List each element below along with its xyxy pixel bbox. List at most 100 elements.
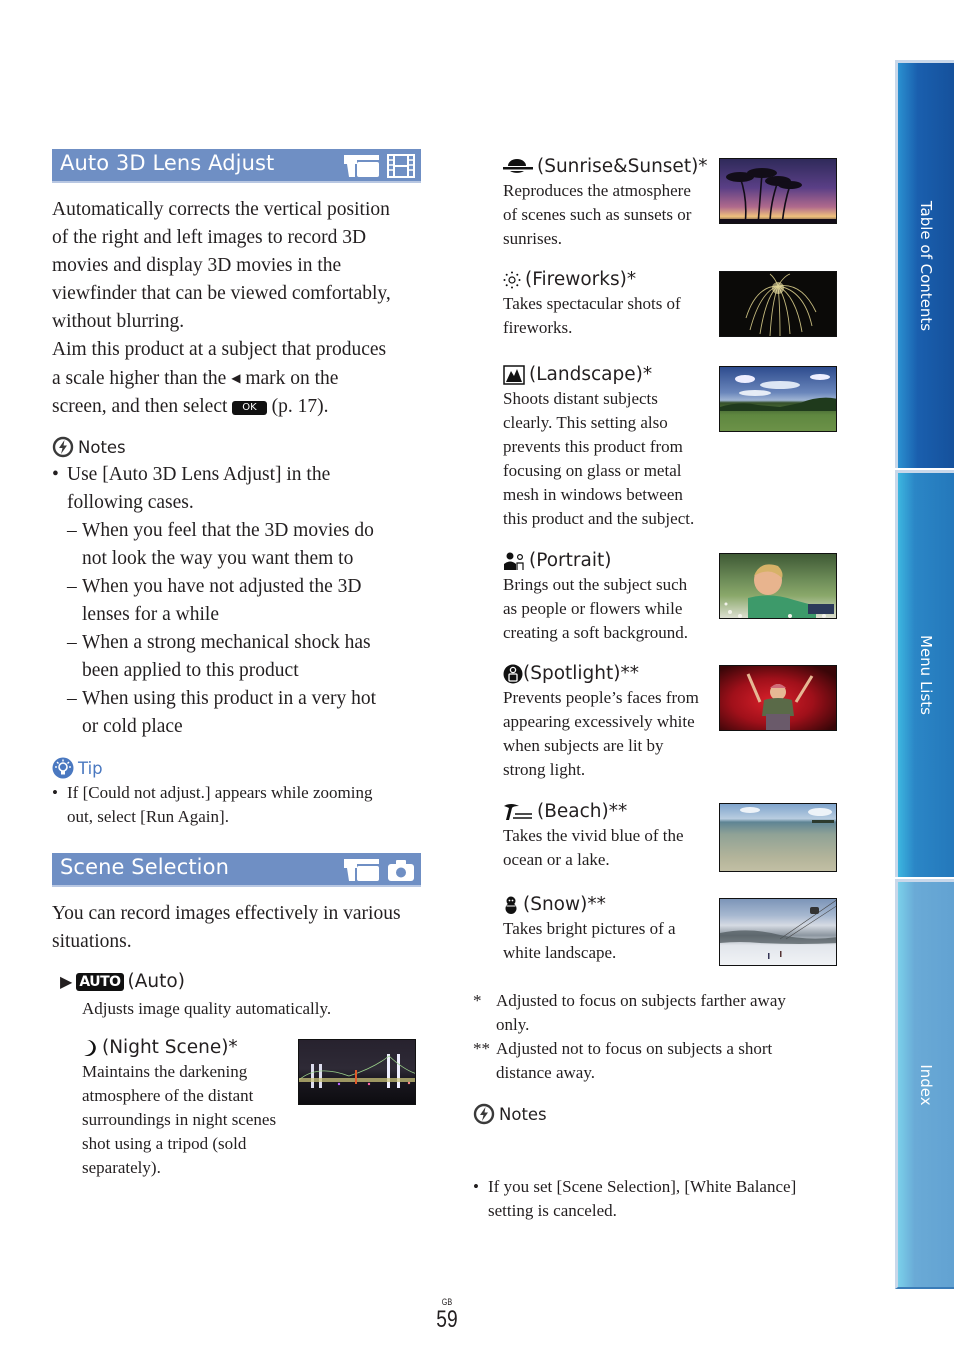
- footnote-mark: **: [473, 1039, 490, 1058]
- scene-title: (Landscape)*: [503, 363, 718, 387]
- scene-label: (Portrait): [529, 550, 612, 571]
- scene-item-sunset: (Sunrise&Sunset)* Reproduces the atmosph…: [503, 155, 718, 251]
- text-line: shot using a tripod (sold: [82, 1134, 247, 1153]
- scene-description: Takes the vivid blue of the ocean or a l…: [503, 824, 718, 872]
- text-line: screen, and then select OK (p. 17).: [52, 393, 432, 421]
- scene-title: (Snow)**: [503, 893, 718, 917]
- portrait-icon: [504, 552, 524, 570]
- scene-description: Brings out the subject such as people or…: [503, 573, 718, 645]
- tab-table-of-contents[interactable]: Table of Contents: [895, 60, 954, 468]
- snow-icon: [505, 896, 517, 914]
- text-line: when subjects are lit by: [503, 736, 664, 755]
- moon-icon: [84, 1039, 96, 1056]
- scene-description: Maintains the darkening atmosphere of th…: [82, 1060, 297, 1180]
- list-item: Use [Auto 3D Lens Adjust] in the followi…: [52, 461, 432, 517]
- scene-title: (Night Scene)*: [82, 1036, 297, 1060]
- tab-index[interactable]: Index: [895, 879, 954, 1289]
- fireworks-icon: [503, 271, 521, 289]
- text-line: Use [Auto 3D Lens Adjust] in the: [67, 464, 331, 485]
- scene-label: (Spotlight)**: [523, 663, 639, 684]
- notes-list: Use [Auto 3D Lens Adjust] in the followi…: [52, 461, 432, 741]
- notes-heading: Notes: [52, 436, 126, 458]
- section-title: Scene Selection: [60, 855, 229, 879]
- scene-item-fireworks: (Fireworks)* Takes spectacular shots of …: [503, 268, 718, 340]
- dash-marker: –: [67, 576, 77, 597]
- text-line: as people or flowers while: [503, 599, 683, 618]
- text-line: a scale higher than the ◀ mark on the: [52, 364, 432, 393]
- notes-label: Notes: [499, 1104, 547, 1124]
- sub-list-item: – When you have not adjusted the 3D lens…: [52, 573, 432, 629]
- text-fragment: mark on the: [245, 368, 339, 389]
- text-line: lenses for a while: [82, 604, 219, 625]
- text-line: mesh in windows between: [503, 485, 683, 504]
- text-line: without blurring.: [52, 311, 185, 332]
- text-line: strong light.: [503, 760, 586, 779]
- auto-icon: AUTO: [76, 973, 124, 991]
- bridge-illustration: [299, 1054, 415, 1088]
- scene-item-beach: (Beach)** Takes the vivid blue of the oc…: [503, 800, 718, 872]
- tab-label: Index: [917, 1063, 935, 1106]
- sub-list-item: – When a strong mechanical shock has bee…: [52, 629, 432, 685]
- text-line: sunrises.: [503, 229, 563, 248]
- beach-water-photo: [719, 803, 837, 872]
- footnote-double-asterisk: ** Adjusted not to focus on subjects a s…: [473, 1037, 833, 1085]
- scene-title: (Spotlight)**: [503, 662, 718, 686]
- text-line: ocean or a lake.: [503, 850, 610, 869]
- text-line: Brings out the subject such: [503, 575, 688, 594]
- default-setting-marker-icon: ▶: [60, 972, 73, 991]
- text-line: Adjusted to focus on subjects farther aw…: [496, 991, 786, 1010]
- scene-description: Shoots distant subjects clearly. This se…: [503, 387, 718, 531]
- text-line: Adjusted not to focus on subjects a shor…: [496, 1039, 773, 1058]
- text-line: viewfinder that can be viewed comfortabl…: [52, 283, 391, 304]
- notes-lightning-icon: [473, 1103, 495, 1125]
- notes-lightning-icon: [52, 436, 74, 458]
- scene-label: (Landscape)*: [529, 364, 653, 385]
- text-line: Automatically corrects the vertical posi…: [52, 199, 390, 220]
- scene-selection-intro: You can record images effectively in var…: [52, 900, 432, 956]
- scene-description: Takes spectacular shots of fireworks.: [503, 292, 718, 340]
- scene-item-spotlight: (Spotlight)** Prevents people’s faces fr…: [503, 662, 718, 782]
- boy-grass-photo: [719, 553, 837, 619]
- fireworks-photo: [719, 271, 837, 337]
- text-line: only.: [496, 1015, 530, 1034]
- notes-label: Notes: [78, 437, 126, 457]
- text-fragment: a scale higher than the: [52, 368, 227, 389]
- scene-label: (Sunrise&Sunset)*: [537, 156, 708, 177]
- tip-heading: Tip: [52, 757, 103, 779]
- night-bridge-photo: [298, 1039, 416, 1105]
- scene-title: (Fireworks)*: [503, 268, 718, 292]
- tip-lightbulb-icon: [52, 757, 74, 779]
- scene-label: (Beach)**: [537, 801, 628, 822]
- section-title: Auto 3D Lens Adjust: [60, 151, 275, 175]
- girl-spotlight-photo: [719, 665, 837, 731]
- text-line: this product and the subject.: [503, 509, 695, 528]
- text-line: out, select [Run Again].: [67, 807, 229, 826]
- text-line: clearly. This setting also: [503, 413, 668, 432]
- text-line: Shoots distant subjects: [503, 389, 658, 408]
- scene-label: (Night Scene)*: [102, 1037, 238, 1058]
- footnote-mark: *: [473, 991, 482, 1010]
- text-line: Takes the vivid blue of the: [503, 826, 684, 845]
- text-line: prevents this product from: [503, 437, 683, 456]
- movie-icon: [387, 154, 415, 178]
- text-line: following cases.: [67, 492, 194, 513]
- text-line: setting is canceled.: [488, 1201, 617, 1220]
- tab-menu-lists[interactable]: Menu Lists: [895, 470, 954, 877]
- notes-item: If you set [Scene Selection], [White Bal…: [473, 1175, 858, 1223]
- landscape-icon: [503, 365, 525, 385]
- scene-item-landscape: (Landscape)* Shoots distant subjects cle…: [503, 363, 718, 531]
- tab-label: Menu Lists: [917, 635, 935, 715]
- text-line: When a strong mechanical shock has: [82, 632, 371, 653]
- ski-slope-photo: [719, 898, 837, 966]
- scene-description: Reproduces the atmosphere of scenes such…: [503, 179, 718, 251]
- scene-title: (Beach)**: [503, 800, 718, 824]
- text-line: or cold place: [82, 716, 183, 737]
- camcorder-mode-icon: [344, 155, 379, 177]
- sub-list-item: – When you feel that the 3D movies do no…: [52, 517, 432, 573]
- firework-burst: [745, 273, 817, 336]
- scene-description: Takes bright pictures of a white landsca…: [503, 917, 718, 965]
- scene-label: (Fireworks)*: [525, 269, 637, 290]
- ski-illustration: [720, 900, 836, 959]
- scene-title: (Sunrise&Sunset)*: [503, 155, 718, 179]
- scene-title: (Portrait): [503, 549, 718, 573]
